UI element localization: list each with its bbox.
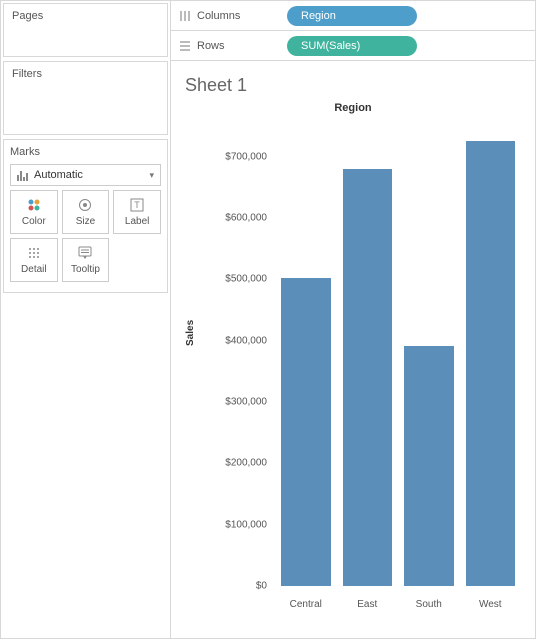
- bar-east[interactable]: [343, 169, 393, 586]
- pill-text: Region: [301, 10, 336, 22]
- left-panel: Pages Filters Marks Automatic ▾ Color: [1, 1, 171, 638]
- rows-shelf[interactable]: Rows SUM(Sales): [171, 31, 535, 61]
- marks-card: Marks Automatic ▾ Color Size: [3, 139, 168, 293]
- size-icon: [77, 197, 93, 213]
- columns-shelf[interactable]: Columns Region: [171, 1, 535, 31]
- y-tick-label: $500,000: [225, 274, 273, 285]
- marks-tooltip-label: Tooltip: [71, 264, 100, 275]
- bar-central[interactable]: [281, 278, 331, 587]
- marks-size-button[interactable]: Size: [62, 190, 110, 234]
- x-tick-label: East: [343, 599, 393, 610]
- x-tick-label: Central: [281, 599, 331, 610]
- bar-chart-icon: [17, 169, 28, 181]
- marks-color-label: Color: [22, 216, 46, 227]
- y-tick-label: $0: [256, 581, 273, 592]
- color-icon: [27, 197, 41, 213]
- svg-text:T: T: [134, 200, 140, 210]
- plot-area: $0$100,000$200,000$300,000$400,000$500,0…: [273, 126, 523, 586]
- bars: [273, 126, 523, 586]
- pages-title: Pages: [12, 10, 159, 22]
- detail-icon: [27, 245, 41, 261]
- marks-label-label: Label: [125, 216, 149, 227]
- marks-detail-button[interactable]: Detail: [10, 238, 58, 282]
- y-axis-label: Sales: [185, 320, 196, 346]
- y-tick-label: $700,000: [225, 151, 273, 162]
- x-tick-label: South: [404, 599, 454, 610]
- filters-title: Filters: [12, 68, 159, 80]
- label-icon: T: [130, 197, 144, 213]
- right-panel: Columns Region Rows SUM(Sales) Sheet 1 R…: [171, 1, 535, 638]
- marks-detail-label: Detail: [21, 264, 47, 275]
- bar-south[interactable]: [404, 346, 454, 586]
- y-tick-label: $100,000: [225, 519, 273, 530]
- filters-card[interactable]: Filters: [3, 61, 168, 135]
- sheet-title[interactable]: Sheet 1: [185, 75, 523, 96]
- chart-header: Region: [183, 102, 523, 114]
- x-tick-label: West: [466, 599, 516, 610]
- marks-size-label: Size: [76, 216, 95, 227]
- rows-label: Rows: [197, 40, 225, 52]
- y-tick-label: $300,000: [225, 397, 273, 408]
- y-tick-label: $600,000: [225, 213, 273, 224]
- bar-west[interactable]: [466, 141, 516, 586]
- y-tick-label: $400,000: [225, 335, 273, 346]
- marks-title: Marks: [10, 146, 161, 158]
- rows-icon: [179, 40, 191, 52]
- chevron-down-icon: ▾: [149, 170, 154, 181]
- x-axis: Central East South West: [273, 599, 523, 610]
- tooltip-icon: [78, 245, 92, 261]
- rows-pill-sum-sales[interactable]: SUM(Sales): [287, 36, 417, 56]
- marks-type-label: Automatic: [34, 169, 83, 181]
- marks-tooltip-button[interactable]: Tooltip: [62, 238, 110, 282]
- columns-pill-region[interactable]: Region: [287, 6, 417, 26]
- marks-label-button[interactable]: T Label: [113, 190, 161, 234]
- bar-chart[interactable]: Sales $0$100,000$200,000$300,000$400,000…: [203, 116, 523, 616]
- pill-text: SUM(Sales): [301, 40, 360, 52]
- marks-type-select[interactable]: Automatic ▾: [10, 164, 161, 186]
- sheet-area: Sheet 1 Region Sales $0$100,000$200,000$…: [171, 61, 535, 638]
- marks-color-button[interactable]: Color: [10, 190, 58, 234]
- columns-label: Columns: [197, 10, 240, 22]
- marks-buttons: Color Size T Label: [10, 190, 161, 282]
- pages-card[interactable]: Pages: [3, 3, 168, 57]
- y-tick-label: $200,000: [225, 458, 273, 469]
- columns-icon: [179, 10, 191, 22]
